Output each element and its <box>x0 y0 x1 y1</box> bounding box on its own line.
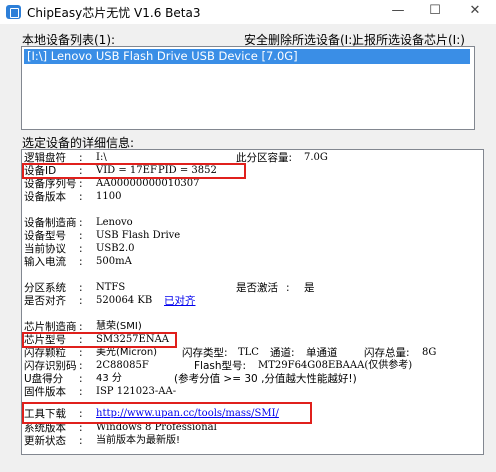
os-value: Windows 8 Professional <box>96 422 217 433</box>
row-update: 更新状态 : 当前版本为最新版! <box>24 435 181 447</box>
device-list-item[interactable]: [I:\] Lenovo USB Flash Drive USB Device … <box>24 49 470 64</box>
row-firmware: 固件版本 : ISP 121023-AA- <box>24 386 177 398</box>
row-chip-vendor: 芯片制造商 : 慧荣(SMI) <box>24 321 142 333</box>
flash-id-value: 2C88085F <box>96 360 149 371</box>
row-serial: 设备序列号 : AA00000000010307 <box>24 178 200 190</box>
channel-label: 通道: <box>270 347 295 359</box>
version-value: 1100 <box>96 191 122 202</box>
model-value: USB Flash Drive <box>96 230 181 241</box>
channel-value: 单通道 <box>306 347 338 359</box>
maximize-button[interactable]: ☐ <box>418 0 452 22</box>
row-logical-drive: 逻辑盘符 : I:\ 此分区容量: 7.0G <box>24 152 328 164</box>
logical-drive-label: 逻辑盘符 <box>24 152 66 164</box>
version-label: 设备版本 <box>24 191 66 203</box>
aligned-label: 是否对齐 <box>24 295 66 307</box>
row-flash-particle: 闪存颗粒 : 美光(Micron) 闪存类型: TLC 通道: 单通道 闪存总量… <box>24 347 437 359</box>
row-tool-download: 工具下载 : http://www.upan.cc/tools/mass/SMI… <box>24 408 279 420</box>
os-label: 系统版本 <box>24 422 66 434</box>
udisk-score-label: U盘得分 <box>24 373 64 385</box>
chip-vendor-label: 芯片制造商 <box>24 321 77 333</box>
flash-type-label: 闪存类型: <box>182 347 228 359</box>
row-os: 系统版本 : Windows 8 Professional <box>24 422 217 434</box>
update-label: 更新状态 <box>24 435 66 447</box>
vendor-label: 设备制造商 <box>24 217 77 229</box>
tool-download-link[interactable]: http://www.upan.cc/tools/mass/SMI/ <box>96 408 279 420</box>
row-chip-model: 芯片型号 : SM3257ENAA <box>24 334 170 346</box>
row-version: 设备版本 : 1100 <box>24 191 122 203</box>
close-button[interactable]: ✕ <box>458 0 492 22</box>
chip-vendor-value: 慧荣(SMI) <box>96 321 142 332</box>
chip-app-icon <box>6 5 21 19</box>
chip-model-value: SM3257ENAA <box>96 334 170 345</box>
row-flash-id: 闪存识别码 : 2C88085F Flash型号: MT29F64G08EBAA… <box>24 360 413 372</box>
filesystem-label: 分区系统 <box>24 282 66 294</box>
udisk-score-value: 43 分 <box>96 373 122 384</box>
update-value: 当前版本为最新版! <box>96 435 181 446</box>
title-bar: ChipEasy芯片无忧 V1.6 Beta3 — ☐ ✕ <box>0 0 496 24</box>
udisk-score-note: (参考分值 >= 30 ,分值越大性能越好!) <box>174 373 357 385</box>
flash-particle-label: 闪存颗粒 <box>24 347 66 359</box>
minimize-button[interactable]: — <box>381 0 415 22</box>
row-aligned: 是否对齐 : 520064 KB 已对齐 <box>24 295 196 307</box>
active-value: 是 <box>304 282 315 294</box>
aligned-link[interactable]: 已对齐 <box>164 295 196 307</box>
aligned-value: 520064 KB <box>96 295 153 306</box>
active-label: 是否激活 <box>236 282 278 294</box>
logical-drive-value: I:\ <box>96 152 107 163</box>
chip-model-label: 芯片型号 <box>24 334 66 346</box>
row-vendor: 设备制造商 : Lenovo <box>24 217 133 229</box>
vid-value: VID = 17EF <box>96 165 157 176</box>
row-protocol: 当前协议 : USB2.0 <box>24 243 135 255</box>
current-label: 输入电流 <box>24 256 66 268</box>
details-panel: 逻辑盘符 : I:\ 此分区容量: 7.0G 设备ID : VID = 17EF… <box>21 149 484 455</box>
device-list[interactable]: [I:\] Lenovo USB Flash Drive USB Device … <box>21 46 475 130</box>
flash-total-value: 8G <box>422 347 437 358</box>
flash-particle-value: 美光(Micron) <box>96 347 158 358</box>
vendor-value: Lenovo <box>96 217 133 228</box>
serial-label: 设备序列号 <box>24 178 77 190</box>
firmware-value: ISP 121023-AA- <box>96 386 177 397</box>
row-filesystem: 分区系统 : NTFS 是否激活 : 是 <box>24 282 315 294</box>
partition-capacity-value: 7.0G <box>304 152 328 163</box>
row-current: 输入电流 : 500mA <box>24 256 132 268</box>
flash-total-label: 闪存总量: <box>364 347 410 359</box>
flash-id-label: 闪存识别码 <box>24 360 77 372</box>
flash-type-value: TLC <box>238 347 259 358</box>
filesystem-value: NTFS <box>96 282 126 293</box>
flash-model-label: Flash型号: <box>194 360 247 372</box>
window-title: ChipEasy芯片无忧 V1.6 Beta3 <box>27 6 201 20</box>
flash-model-value: MT29F64G08EBAAA(仅供参考) <box>258 360 413 371</box>
right-edge <box>484 149 494 455</box>
row-udisk-score: U盘得分 : 43 分 (参考分值 >= 30 ,分值越大性能越好!) <box>24 373 357 385</box>
protocol-value: USB2.0 <box>96 243 135 254</box>
serial-value: AA00000000010307 <box>96 178 200 189</box>
model-label: 设备型号 <box>24 230 66 242</box>
partition-capacity-label: 此分区容量: <box>236 152 293 164</box>
tool-download-label: 工具下载 <box>24 408 66 420</box>
row-model: 设备型号 : USB Flash Drive <box>24 230 181 242</box>
device-id-label: 设备ID <box>24 165 57 177</box>
firmware-label: 固件版本 <box>24 386 66 398</box>
row-device-id: 设备ID : VID = 17EF PID = 3852 <box>24 165 217 177</box>
pid-value: PID = 3852 <box>158 165 217 176</box>
protocol-label: 当前协议 <box>24 243 66 255</box>
current-value: 500mA <box>96 256 132 267</box>
